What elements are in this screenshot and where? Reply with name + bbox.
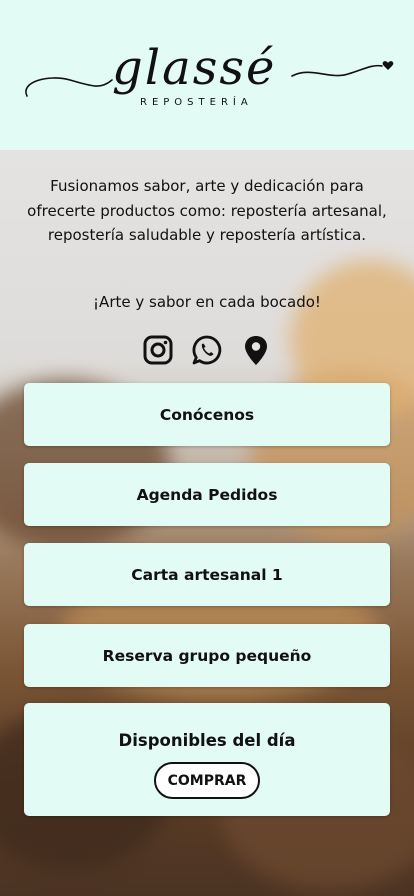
link-carta-artesanal-button[interactable]: Carta artesanal 1 [24,543,390,606]
social-links [0,334,414,368]
featured-card: Disponibles del día COMPRAR [24,703,390,816]
instagram-icon[interactable] [142,334,174,366]
whatsapp-icon[interactable] [191,334,223,366]
tagline: ¡Arte y sabor en cada bocado! [93,293,321,311]
header: glassé REPOSTERÍA [0,0,414,150]
brand-logo[interactable]: glassé REPOSTERÍA [0,0,414,150]
link-conocenos-button[interactable]: Conócenos [24,383,390,446]
intro-description: Fusionamos sabor, arte y dedicación para… [27,177,387,244]
link-agenda-pedidos-button[interactable]: Agenda Pedidos [24,463,390,526]
buy-button[interactable]: COMPRAR [154,762,260,799]
heart-icon [382,61,394,70]
brand-subtitle: REPOSTERÍA [140,97,253,108]
brand-name: glassé [112,40,277,96]
location-pin-icon[interactable] [240,334,272,366]
featured-title: Disponibles del día [118,731,296,750]
link-reserva-grupo-button[interactable]: Reserva grupo pequeño [24,624,390,687]
